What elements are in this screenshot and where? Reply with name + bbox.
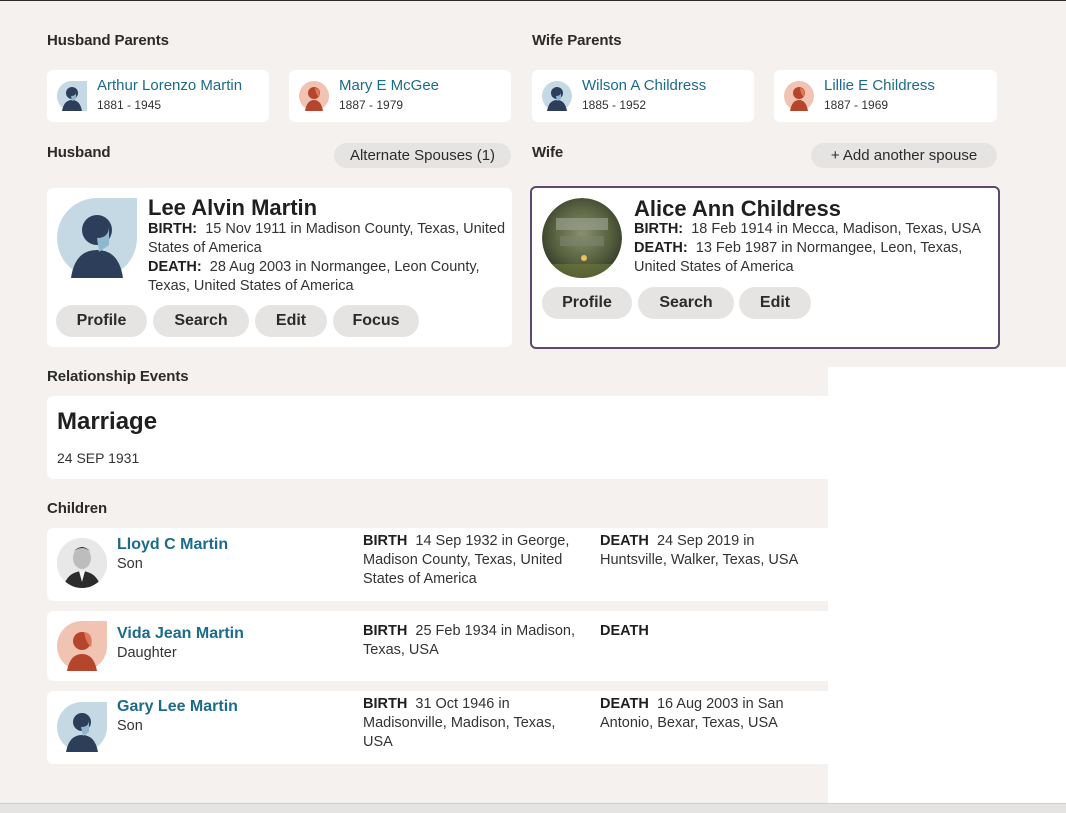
wife-name[interactable]: Alice Ann Childress [634,196,841,222]
wife-card: Alice Ann Childress BIRTH: 18 Feb 1914 i… [530,186,1000,349]
birth-label: BIRTH [363,623,408,639]
female-avatar-icon [57,621,107,671]
child-name[interactable]: Gary Lee Martin [117,698,238,716]
child-birth: BIRTH 31 Oct 1946 in Madisonville, Madis… [363,695,588,752]
husband-profile-button[interactable]: Profile [56,305,147,337]
birth-label: BIRTH: [148,221,198,237]
child-row: Lloyd C Martin Son BIRTH 14 Sep 1932 in … [47,528,828,601]
husband-birth-value: 15 Nov 1911 in Madison County, Texas, Un… [148,221,506,256]
husband-card: Lee Alvin Martin BIRTH: 15 Nov 1911 in M… [47,188,512,347]
children-heading: Children [47,500,108,517]
husband-focus-button[interactable]: Focus [333,305,419,337]
male-avatar-icon [57,702,107,752]
wife-mother-name[interactable]: Lillie E Childress [824,77,935,94]
husband-heading: Husband [47,144,111,161]
wife-birth-value: 18 Feb 1914 in Mecca, Madison, Texas, US… [691,221,982,237]
female-avatar-icon [299,81,329,111]
marriage-event-card[interactable]: Marriage 24 SEP 1931 [47,396,828,479]
birth-label: BIRTH: [634,221,684,237]
child-birth: BIRTH 14 Sep 1932 in George, Madison Cou… [363,532,588,589]
child-relation: Son [117,556,143,572]
wife-heading: Wife [532,144,564,161]
birth-label: BIRTH [363,533,408,549]
relationship-events-heading: Relationship Events [47,368,189,385]
wife-death: DEATH: 13 Feb 1987 in Normangee, Leon, T… [634,239,994,277]
husband-edit-button[interactable]: Edit [255,305,327,337]
male-avatar-icon [57,81,87,111]
child-relation: Daughter [117,645,177,661]
alternate-spouses-button[interactable]: Alternate Spouses (1) [334,143,511,168]
death-label: DEATH [600,533,649,549]
wife-mother-card[interactable]: Lillie E Childress 1887 - 1969 [774,70,997,122]
death-label: DEATH [600,623,649,639]
event-date: 24 SEP 1931 [57,450,140,466]
male-avatar-icon [57,198,137,278]
husband-search-button[interactable]: Search [153,305,249,337]
wife-edit-button[interactable]: Edit [739,287,811,319]
child-row: Vida Jean Martin Daughter BIRTH 25 Feb 1… [47,611,828,681]
wife-profile-button[interactable]: Profile [542,287,632,319]
husband-father-card[interactable]: Arthur Lorenzo Martin 1881 - 1945 [47,70,269,122]
husband-father-name[interactable]: Arthur Lorenzo Martin [97,77,242,94]
child-relation: Son [117,718,143,734]
husband-parents-heading: Husband Parents [47,32,169,49]
male-avatar-icon [542,81,572,111]
wife-mother-dates: 1887 - 1969 [824,98,889,112]
child-row: Gary Lee Martin Son BIRTH 31 Oct 1946 in… [47,691,828,764]
child-death: DEATH [600,622,825,641]
husband-mother-dates: 1887 - 1979 [339,98,404,112]
female-avatar-icon [784,81,814,111]
wife-search-button[interactable]: Search [638,287,734,319]
husband-mother-card[interactable]: Mary E McGee 1887 - 1979 [289,70,511,122]
wife-photo [542,198,622,278]
death-label: DEATH: [634,240,688,256]
husband-death: DEATH: 28 Aug 2003 in Normangee, Leon Co… [148,258,508,296]
husband-father-dates: 1881 - 1945 [97,98,162,112]
husband-mother-name[interactable]: Mary E McGee [339,77,439,94]
child-name[interactable]: Lloyd C Martin [117,536,228,554]
wife-father-card[interactable]: Wilson A Childress 1885 - 1952 [532,70,754,122]
wife-birth: BIRTH: 18 Feb 1914 in Mecca, Madison, Te… [634,220,994,239]
child-name[interactable]: Vida Jean Martin [117,625,244,643]
child-photo [57,538,107,588]
event-title: Marriage [57,408,158,435]
child-birth: BIRTH 25 Feb 1934 in Madison, Texas, USA [363,622,588,660]
wife-parents-heading: Wife Parents [532,32,622,49]
birth-label: BIRTH [363,696,408,712]
husband-birth: BIRTH: 15 Nov 1911 in Madison County, Te… [148,220,508,258]
child-death: DEATH 24 Sep 2019 in Huntsville, Walker,… [600,532,825,570]
top-border [0,0,1066,1]
death-label: DEATH: [148,259,202,275]
add-another-spouse-button[interactable]: + Add another spouse [811,143,997,168]
wife-father-name[interactable]: Wilson A Childress [582,77,706,94]
death-label: DEATH [600,696,649,712]
husband-name[interactable]: Lee Alvin Martin [148,195,317,221]
wife-father-dates: 1885 - 1952 [582,98,647,112]
blank-overlay-panel [828,367,1066,803]
child-death: DEATH 16 Aug 2003 in San Antonio, Bexar,… [600,695,825,733]
